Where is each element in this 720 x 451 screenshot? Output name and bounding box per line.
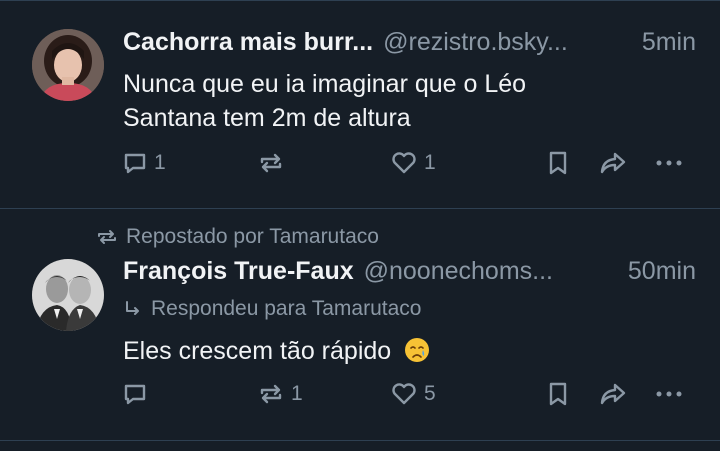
post-text: Eles crescem tão rápido — [123, 334, 430, 368]
feed: Cachorra mais burr... @rezistro.bsky... … — [0, 0, 720, 451]
like-button[interactable]: 5 — [390, 381, 436, 407]
bookmark-button[interactable] — [546, 150, 570, 176]
post-1[interactable]: Cachorra mais burr... @rezistro.bsky... … — [0, 0, 720, 208]
avatar-photo — [32, 29, 104, 101]
avatar[interactable] — [32, 29, 104, 101]
reply-to-label: Respondeu para Tamarutaco — [151, 297, 422, 320]
repost-small-icon — [98, 230, 116, 244]
repost-label: Repostado por Tamarutaco — [126, 225, 379, 248]
repost-button[interactable]: 1 — [257, 381, 303, 407]
post-actions: 1 1 — [0, 150, 720, 190]
post-text-line: Eles crescem tão rápido — [123, 337, 392, 365]
repost-button[interactable] — [257, 150, 291, 176]
crying-face-emoji — [405, 338, 430, 362]
share-button[interactable] — [598, 381, 628, 407]
share-arrow-icon — [600, 152, 626, 174]
author-handle[interactable]: @noonechoms... — [364, 257, 622, 286]
divider — [0, 440, 720, 441]
post-text: Nunca que eu ia imaginar que o Léo Santa… — [123, 67, 526, 135]
like-count: 1 — [424, 151, 436, 174]
author-handle[interactable]: @rezistro.bsky... — [383, 28, 636, 57]
more-options-button[interactable] — [654, 381, 684, 407]
author-name[interactable]: François True-Faux — [123, 257, 354, 286]
post-time[interactable]: 5min — [642, 28, 696, 57]
bookmark-button[interactable] — [546, 381, 570, 407]
like-count: 5 — [424, 382, 436, 405]
repost-arrows-icon — [260, 153, 282, 173]
repost-arrows-icon — [260, 384, 282, 404]
post-text-line: Nunca que eu ia imaginar que o Léo — [123, 70, 527, 98]
reply-button[interactable] — [122, 381, 154, 407]
reply-indicator[interactable]: Respondeu para Tamarutaco — [123, 297, 421, 321]
more-options-button[interactable] — [654, 150, 684, 176]
reply-button[interactable]: 1 — [122, 150, 166, 176]
repost-count: 1 — [291, 382, 303, 405]
heart-outline-icon — [392, 383, 416, 405]
speech-bubble-icon — [124, 153, 146, 174]
post-2[interactable]: Repostado por Tamarutaco François True-F… — [0, 209, 720, 441]
speech-bubble-icon — [124, 384, 146, 405]
more-dots-icon — [656, 391, 682, 397]
share-button[interactable] — [598, 150, 628, 176]
like-button[interactable]: 1 — [390, 150, 436, 176]
post-time[interactable]: 50min — [628, 257, 696, 286]
share-arrow-icon — [600, 383, 626, 405]
bookmark-icon — [549, 151, 567, 175]
author-name[interactable]: Cachorra mais burr... — [123, 28, 373, 57]
more-dots-icon — [656, 160, 682, 166]
heart-outline-icon — [392, 152, 416, 174]
reply-arrow-icon — [126, 301, 139, 315]
post-text-line: Santana tem 2m de altura — [123, 104, 411, 132]
post-actions: 1 5 — [0, 381, 720, 421]
avatar[interactable] — [32, 259, 104, 331]
post-header: Cachorra mais burr... @rezistro.bsky... … — [123, 28, 696, 60]
avatar-photo — [32, 259, 104, 331]
bookmark-icon — [549, 382, 567, 406]
post-header: François True-Faux @noonechoms... 50min — [123, 257, 696, 289]
repost-indicator[interactable]: Repostado por Tamarutaco — [96, 225, 379, 249]
reply-count: 1 — [154, 151, 166, 174]
